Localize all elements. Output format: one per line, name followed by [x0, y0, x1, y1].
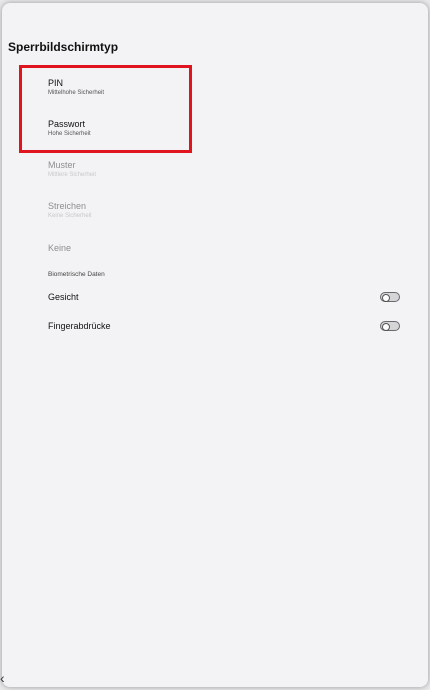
biometric-face-row[interactable]: Gesicht — [48, 292, 400, 302]
option-keine-label: Keine — [48, 243, 72, 253]
option-muster-label: Muster — [48, 160, 76, 170]
biometrics-section-title: Biometrische Daten — [48, 271, 105, 278]
biometric-fingerprint-row[interactable]: Fingerabdrücke — [48, 321, 400, 331]
option-pin-sub: Mittelhohe Sicherheit — [48, 90, 105, 96]
toggle-knob — [382, 294, 390, 302]
option-muster[interactable]: Muster Mittlere Sicherheit — [48, 160, 96, 178]
highlight-box — [19, 65, 192, 153]
biometric-face-label: Gesicht — [48, 292, 79, 302]
option-streichen-label: Streichen — [48, 201, 87, 211]
biometric-fingerprint-label: Fingerabdrücke — [48, 321, 111, 331]
option-passwort[interactable]: Passwort Hohe Sicherheit — [48, 119, 91, 137]
page-title: Sperrbildschirmtyp — [8, 40, 119, 54]
option-streichen[interactable]: Streichen Keine Sicherheit — [48, 201, 92, 219]
option-passwort-sub: Hohe Sicherheit — [48, 131, 91, 137]
option-keine[interactable]: Keine — [48, 243, 71, 253]
screen: Sperrbildschirmtyp PIN Mittelhohe Sicher… — [2, 3, 428, 687]
option-pin[interactable]: PIN Mittelhohe Sicherheit — [48, 78, 104, 96]
chevron-left-icon[interactable]: ‹ — [0, 670, 5, 686]
option-passwort-label: Passwort — [48, 119, 86, 129]
option-streichen-sub: Keine Sicherheit — [48, 213, 92, 219]
biometric-face-toggle[interactable] — [380, 292, 400, 302]
option-muster-sub: Mittlere Sicherheit — [48, 172, 97, 178]
biometric-fingerprint-toggle[interactable] — [380, 321, 400, 331]
toggle-knob — [382, 323, 390, 331]
option-pin-label: PIN — [48, 78, 64, 88]
